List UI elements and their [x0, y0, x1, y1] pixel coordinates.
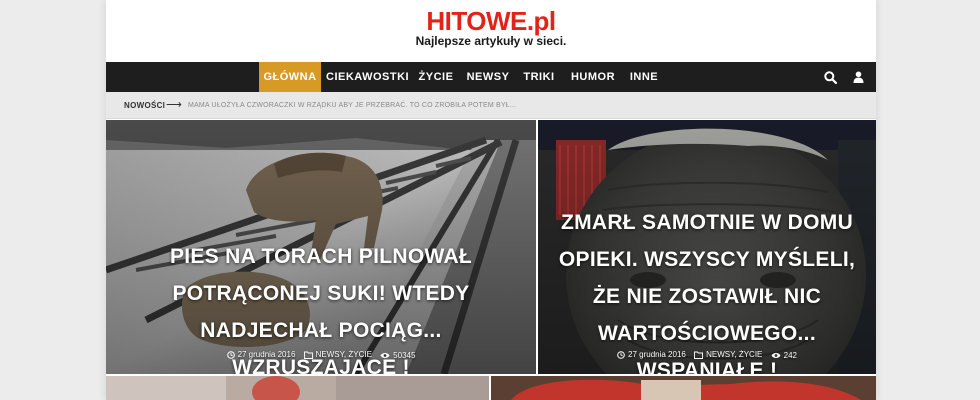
article-views-count: 50345 — [393, 350, 416, 360]
arrow-right-icon: ⟶ — [166, 99, 182, 111]
ticker-headline-link[interactable]: MAMA UŁOŻYŁA CZWORACZKI W RZĄDKU ABY JE … — [188, 92, 516, 119]
article-categories: NEWSY, ŻYCIE — [303, 350, 372, 359]
article-date: 27 grudnia 2016 — [617, 350, 686, 359]
nav-item-newsy[interactable]: NEWSY — [464, 62, 512, 92]
site-header: HITOWE.pl Najlepsze artykuły w sieci. — [106, 0, 876, 62]
nav-item-humor[interactable]: HUMOR — [566, 62, 620, 92]
site-tagline: Najlepsze artykuły w sieci. — [415, 34, 567, 48]
featured-article-card-1[interactable]: PIES NA TORACH PILNOWAŁ POTRĄCONEJ SUKI!… — [106, 120, 536, 374]
article-card-3[interactable] — [106, 376, 489, 400]
folder-icon — [303, 351, 313, 359]
user-icon[interactable] — [846, 62, 870, 92]
nav-item-inne[interactable]: INNE — [626, 62, 662, 92]
article-categories-text[interactable]: NEWSY, ŻYCIE — [316, 350, 372, 359]
site-logo[interactable]: HITOWE.pl — [106, 6, 876, 37]
nav-item-ciekawostki[interactable]: CIEKAWOSTKI — [326, 62, 409, 92]
featured-article-card-2[interactable]: ZMARŁ SAMOTNIE W DOMU OPIEKI. WSZYSCY MY… — [538, 120, 876, 374]
clock-icon — [226, 350, 235, 359]
eye-icon — [771, 352, 781, 358]
search-icon[interactable] — [818, 62, 842, 92]
article-meta: 27 grudnia 2016 NEWSY, ŻYCIE 50345 — [106, 350, 536, 361]
nav-item-zycie[interactable]: ŻYCIE — [414, 62, 458, 92]
article-views: 50345 — [380, 351, 415, 360]
article-categories: NEWSY, ŻYCIE — [694, 350, 762, 359]
article-title[interactable]: ZMARŁ SAMOTNIE W DOMU OPIEKI. WSZYSCY MY… — [556, 204, 858, 374]
article-thumbnail — [106, 376, 489, 400]
news-ticker: NOWOŚCI ⟶ MAMA UŁOŻYŁA CZWORACZKI W RZĄD… — [106, 92, 876, 119]
article-card-4[interactable] — [491, 376, 876, 400]
article-date-text: 27 grudnia 2016 — [237, 350, 296, 359]
ticker-label: NOWOŚCI — [124, 101, 166, 110]
article-date: 27 grudnia 2016 — [226, 350, 296, 359]
article-views: 242 — [771, 351, 797, 360]
eye-icon — [380, 352, 390, 358]
folder-icon — [694, 351, 704, 359]
clock-icon — [617, 350, 625, 359]
article-categories-text[interactable]: NEWSY, ŻYCIE — [706, 350, 762, 359]
article-thumbnail — [491, 376, 876, 400]
nav-item-triki[interactable]: TRIKI — [518, 62, 560, 92]
page-container: HITOWE.pl Najlepsze artykuły w sieci. GŁ… — [106, 0, 876, 400]
article-meta: 27 grudnia 2016 NEWSY, ŻYCIE 242 — [538, 350, 876, 361]
article-date-text: 27 grudnia 2016 — [628, 350, 686, 359]
article-views-count: 242 — [783, 350, 797, 360]
main-nav: GŁÓWNA CIEKAWOSTKI ŻYCIE NEWSY TRIKI HUM… — [106, 62, 876, 92]
nav-item-glowna[interactable]: GŁÓWNA — [259, 62, 321, 92]
